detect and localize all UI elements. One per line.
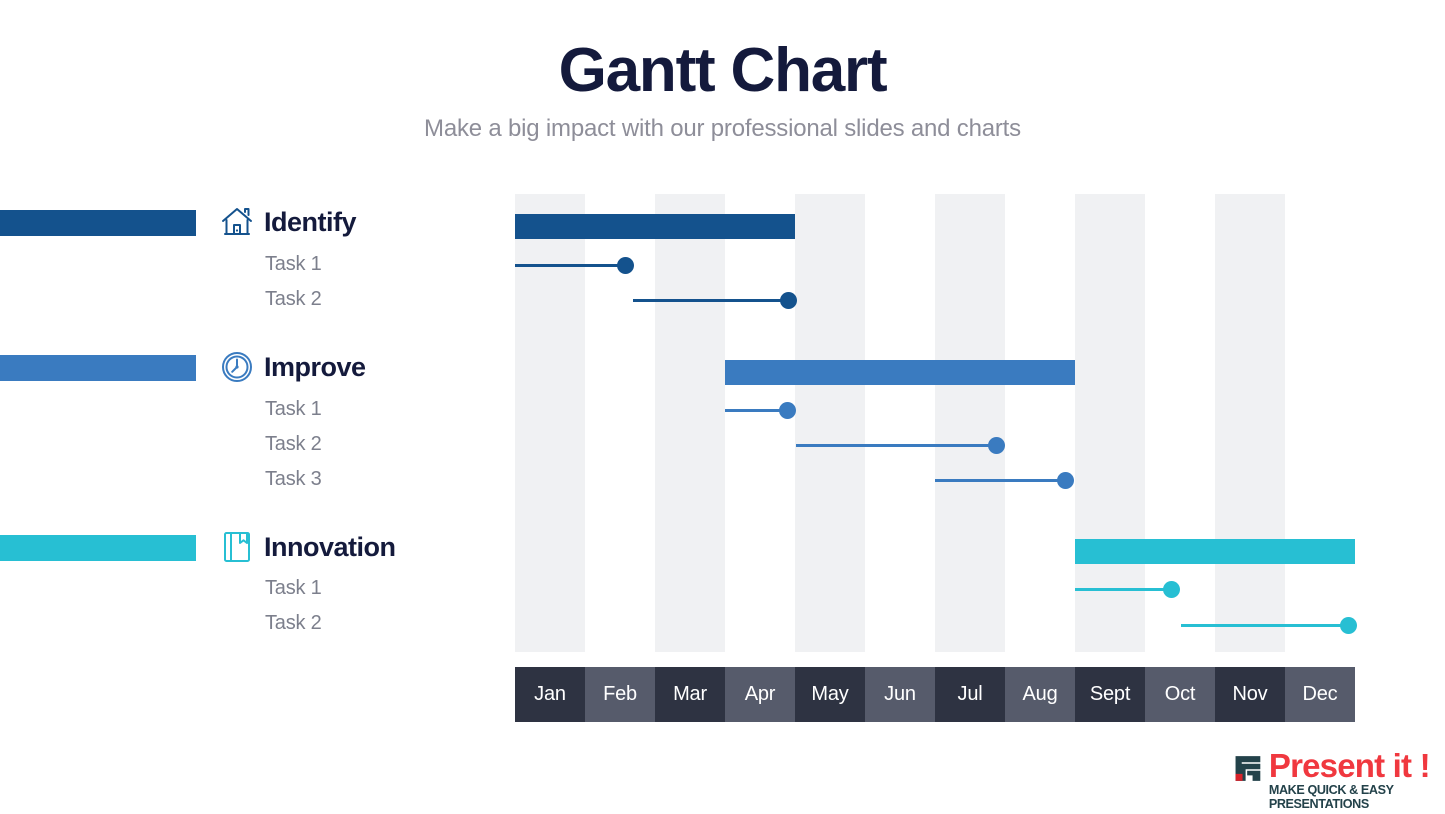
gantt-task-line-innovation--task-1[interactable] [1075, 588, 1172, 591]
month-cell-oct[interactable]: Oct [1145, 667, 1215, 722]
logo-name: Present it ! [1268, 747, 1431, 784]
logo-tagline: MAKE QUICK & EASY PRESENTATIONS [1268, 783, 1394, 812]
gantt-milestone-dot-improve--task-3[interactable] [1057, 471, 1075, 489]
gantt-group-bar-identify[interactable] [515, 214, 795, 239]
month-cell-nov[interactable]: Nov [1215, 667, 1285, 722]
month-axis: Jan Feb Mar Apr May Jun Jul Aug Sept Oct Nov Dec [515, 667, 1355, 722]
clock-icon [220, 350, 254, 384]
slide-header: Gantt Chart Make a big impact with our p… [0, 38, 1445, 143]
gantt-milestone-dot-identify--task-2[interactable] [779, 291, 797, 309]
month-cell-apr[interactable]: Apr [725, 667, 795, 722]
gantt-chart-area: Jan Feb Mar Apr May Jun Jul Aug Sept Oct Nov Dec [515, 194, 1358, 722]
gantt-bars [515, 194, 1358, 652]
gantt-milestone-dot-improve--task-2[interactable] [988, 436, 1006, 454]
legend-task-label[interactable]: Task 1 [265, 253, 322, 276]
page-title: Gantt Chart [558, 36, 888, 105]
gantt-task-line-identify--task-2[interactable] [632, 299, 788, 302]
present-it-logo-icon [1235, 756, 1261, 781]
book-icon [220, 530, 254, 564]
month-cell-jul[interactable]: Jul [935, 667, 1005, 722]
month-cell-feb[interactable]: Feb [585, 667, 655, 722]
legend-task-label[interactable]: Task 2 [265, 612, 322, 635]
logo-wordmark: Present it ! MAKE QUICK & EASY PRESENTAT… [1268, 747, 1445, 812]
gantt-task-line-innovation--task-2[interactable] [1181, 624, 1349, 627]
gantt-milestone-dot-innovation--task-1[interactable] [1163, 580, 1181, 598]
month-cell-dec[interactable]: Dec [1285, 667, 1355, 722]
legend-group-title: Improve [264, 351, 366, 382]
page-subtitle: Make a big impact with our professional … [424, 115, 1021, 143]
legend-group-title: Innovation [264, 531, 396, 562]
legend-group-title: Identify [264, 206, 357, 237]
legend-task-label[interactable]: Task 2 [265, 433, 322, 456]
gantt-task-line-identify--task-1[interactable] [515, 264, 626, 267]
month-cell-aug[interactable]: Aug [1005, 667, 1075, 722]
gantt-milestone-dot-identify--task-1[interactable] [617, 256, 635, 274]
brand-logo: Present it ! MAKE QUICK & EASY PRESENTAT… [1234, 747, 1445, 812]
gantt-milestone-dot-innovation--task-2[interactable] [1340, 616, 1358, 634]
legend-header-innovation[interactable]: Innovation [220, 530, 396, 564]
legend-header-identify[interactable]: Identify [220, 205, 357, 239]
month-cell-may[interactable]: May [795, 667, 865, 722]
gantt-task-line-improve--task-1[interactable] [725, 409, 788, 412]
gantt-milestone-dot-improve--task-1[interactable] [778, 401, 796, 419]
gantt-task-line-improve--task-2[interactable] [796, 444, 997, 447]
month-cell-jan[interactable]: Jan [515, 667, 585, 722]
legend-task-label[interactable]: Task 1 [265, 577, 322, 600]
legend-task-label[interactable]: Task 1 [265, 398, 322, 421]
month-cell-sept[interactable]: Sept [1075, 667, 1145, 722]
gantt-task-line-improve--task-3[interactable] [935, 479, 1066, 482]
legend-panel: Identify Task 1 Task 2 Improve Task 1 Task 2 T… [0, 190, 500, 660]
legend-task-label[interactable]: Task 2 [265, 288, 322, 311]
house-icon [220, 205, 254, 239]
legend-header-improve[interactable]: Improve [220, 350, 366, 384]
legend-color-swatch [0, 210, 196, 236]
legend-color-swatch [0, 535, 196, 561]
gantt-group-bar-innovation[interactable] [1075, 539, 1355, 564]
legend-task-label[interactable]: Task 3 [265, 468, 322, 491]
month-cell-jun[interactable]: Jun [865, 667, 935, 722]
legend-color-swatch [0, 355, 196, 381]
gantt-group-bar-improve[interactable] [725, 360, 1075, 385]
month-cell-mar[interactable]: Mar [655, 667, 725, 722]
gantt-chart-slide: Gantt Chart Make a big impact with our p… [0, 0, 1445, 814]
